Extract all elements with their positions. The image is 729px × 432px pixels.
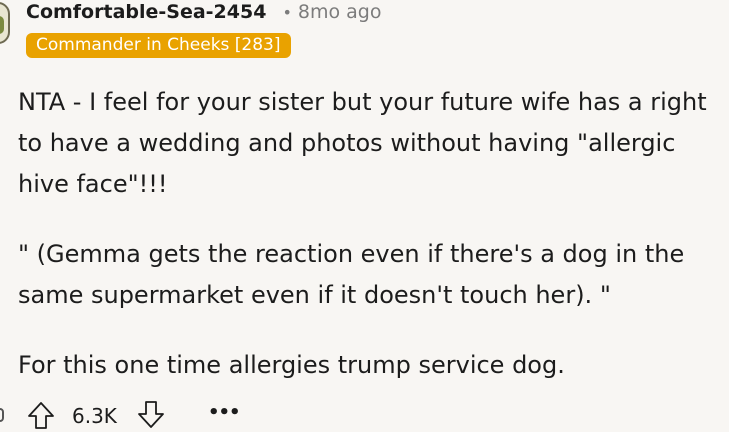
comment-action-bar: 6.3K ••• [0,398,729,432]
user-flair-badge: Commander in Cheeks [283] [26,33,291,58]
upvote-button[interactable] [24,398,58,432]
vote-score: 6.3K [72,404,117,428]
comment-paragraph: NTA - I feel for your sister but your fu… [18,88,707,198]
collapse-thread-icon[interactable] [0,408,4,422]
comment-card: Comfortable-Sea-2454 • 8mo ago Commander… [0,0,729,432]
downvote-button[interactable] [134,398,168,432]
arrow-down-icon [138,401,164,428]
avatar[interactable] [0,2,10,44]
comment-paragraph: " (Gemma gets the reaction even if there… [18,240,685,309]
arrow-up-icon [28,402,54,429]
comment-header: Comfortable-Sea-2454 • 8mo ago [26,0,381,24]
more-options-button[interactable]: ••• [208,402,241,426]
separator-dot: • [282,2,292,22]
comment-body: NTA - I feel for your sister but your fu… [18,82,726,386]
comment-paragraph: For this one time allergies trump servic… [18,351,565,379]
author-username[interactable]: Comfortable-Sea-2454 [26,1,266,23]
comment-age[interactable]: 8mo ago [298,1,382,23]
